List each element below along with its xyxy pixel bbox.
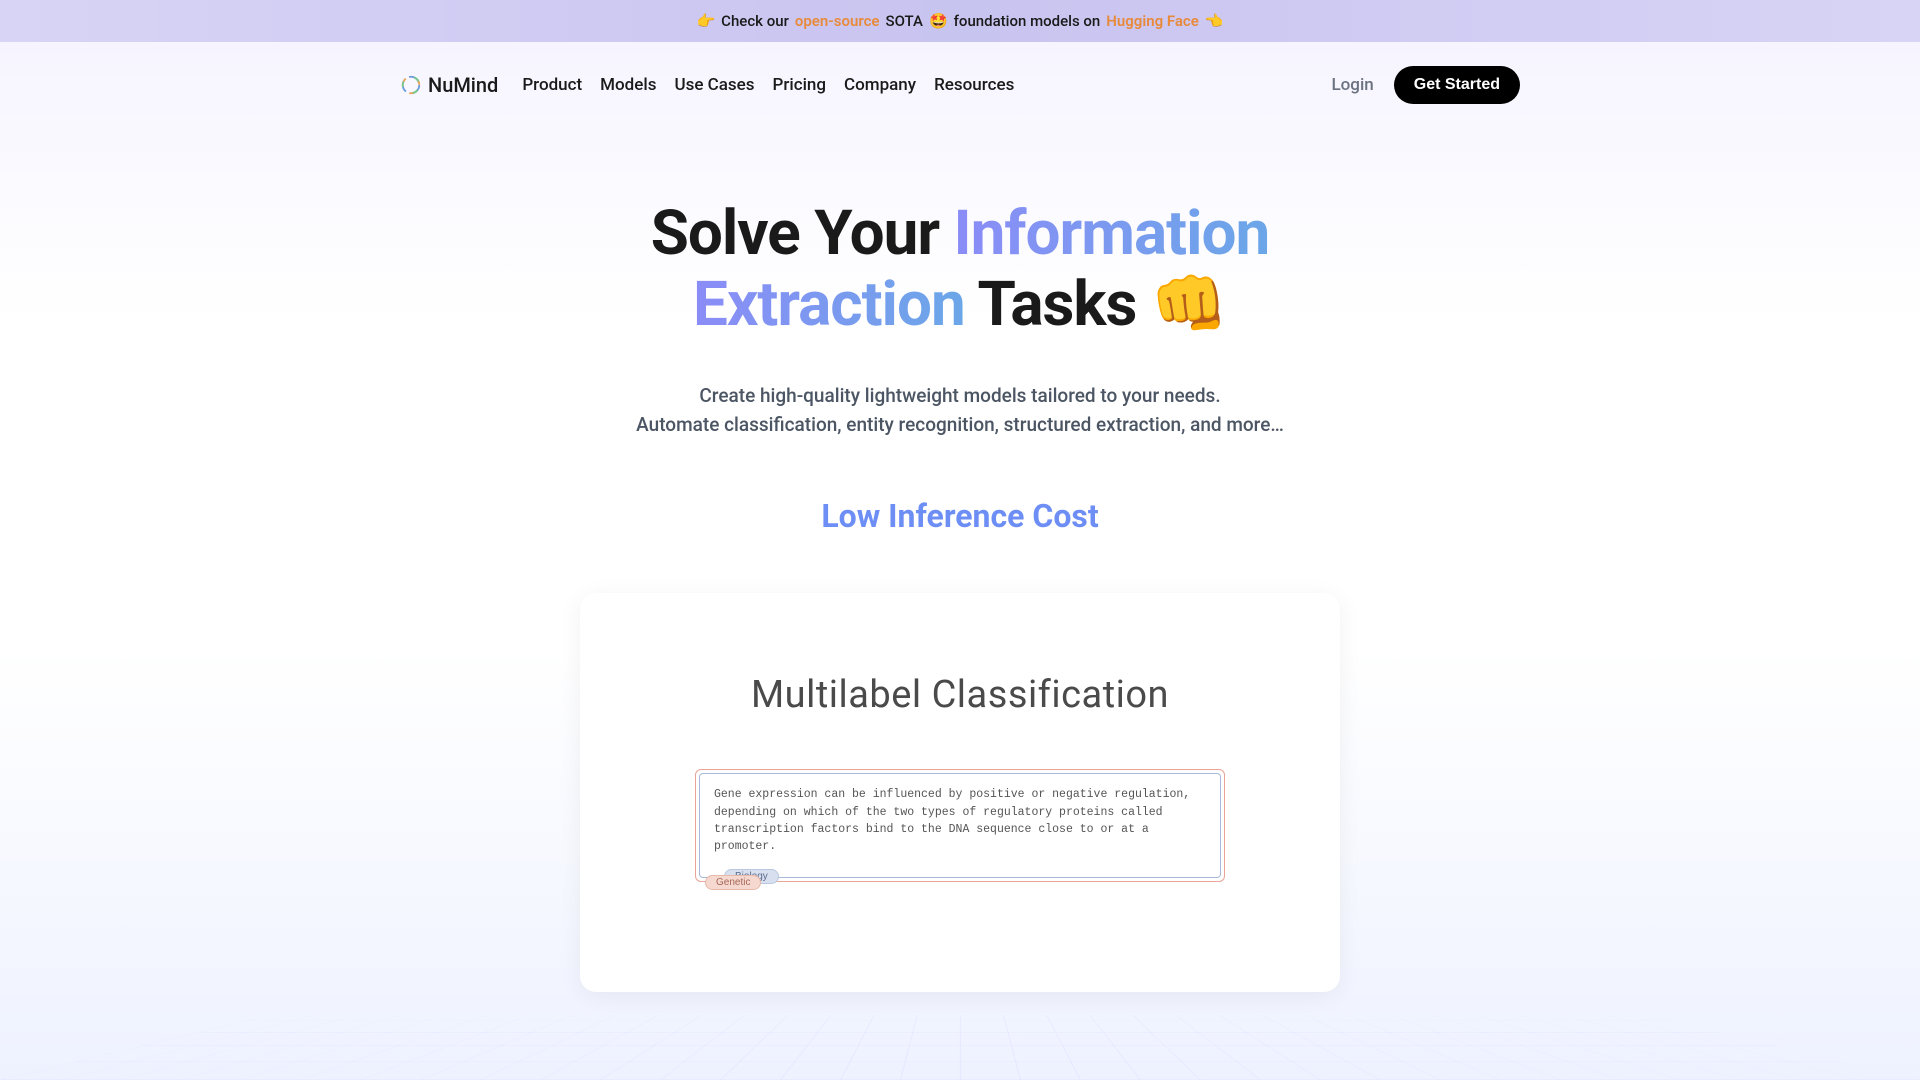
announcement-banner[interactable]: 👉 Check our open-source SOTA 🤩 foundatio…	[0, 0, 1920, 42]
announcement-opensource: open-source	[795, 12, 880, 30]
announcement-text: Check our	[721, 12, 789, 30]
nav-link-resources[interactable]: Resources	[934, 75, 1014, 95]
hero-title-gradient: Information	[953, 197, 1269, 270]
fist-emoji: 👊	[1151, 268, 1227, 341]
tag-genetic: Genetic	[705, 875, 761, 890]
announcement-text: foundation models on	[954, 12, 1101, 30]
hero-subtitle-line: Automate classification, entity recognit…	[0, 410, 1920, 439]
demo-textbox-inner: Gene expression can be influenced by pos…	[699, 773, 1221, 878]
nav-link-usecases[interactable]: Use Cases	[674, 75, 754, 95]
hero-title-text: Tasks	[965, 268, 1151, 341]
pointing-right-emoji: 👉	[696, 12, 715, 30]
hero-title-gradient: Extraction	[693, 268, 965, 341]
grid-floor-decoration	[0, 1015, 1920, 1080]
announcement-text: SOTA	[885, 12, 922, 30]
nav-right-group: Login Get Started	[1331, 66, 1520, 104]
nav-left-group: NuMind Product Models Use Cases Pricing …	[400, 73, 1014, 97]
star-eyes-emoji: 🤩	[929, 12, 948, 30]
get-started-button[interactable]: Get Started	[1394, 66, 1520, 104]
hero-title: Solve Your Information Extraction Tasks …	[0, 198, 1920, 341]
demo-title: Multilabel Classification	[640, 673, 1280, 717]
hero-subtitle: Create high-quality lightweight models t…	[0, 381, 1920, 440]
nav-link-product[interactable]: Product	[522, 75, 582, 95]
logo-text: NuMind	[428, 73, 498, 97]
logo[interactable]: NuMind	[400, 73, 498, 97]
hero-title-text: Solve Your	[651, 197, 954, 270]
nav-links-group: Product Models Use Cases Pricing Company…	[522, 75, 1014, 95]
navigation-bar: NuMind Product Models Use Cases Pricing …	[380, 42, 1540, 128]
demo-card: Multilabel Classification Gene expressio…	[580, 593, 1340, 992]
demo-text-content: Gene expression can be influenced by pos…	[714, 786, 1206, 855]
pointing-left-emoji: 👈	[1205, 12, 1224, 30]
announcement-huggingface: Hugging Face	[1106, 12, 1199, 30]
logo-icon	[400, 74, 422, 96]
nav-link-pricing[interactable]: Pricing	[773, 75, 827, 95]
demo-textbox-wrapper: Gene expression can be influenced by pos…	[695, 769, 1225, 882]
hero-section: Solve Your Information Extraction Tasks …	[0, 198, 1920, 535]
nav-link-models[interactable]: Models	[600, 75, 656, 95]
demo-textbox-outer: Gene expression can be influenced by pos…	[695, 769, 1225, 882]
nav-link-company[interactable]: Company	[844, 75, 916, 95]
hero-subtitle-line: Create high-quality lightweight models t…	[0, 381, 1920, 410]
login-link[interactable]: Login	[1331, 75, 1373, 95]
feature-label: Low Inference Cost	[0, 497, 1920, 535]
